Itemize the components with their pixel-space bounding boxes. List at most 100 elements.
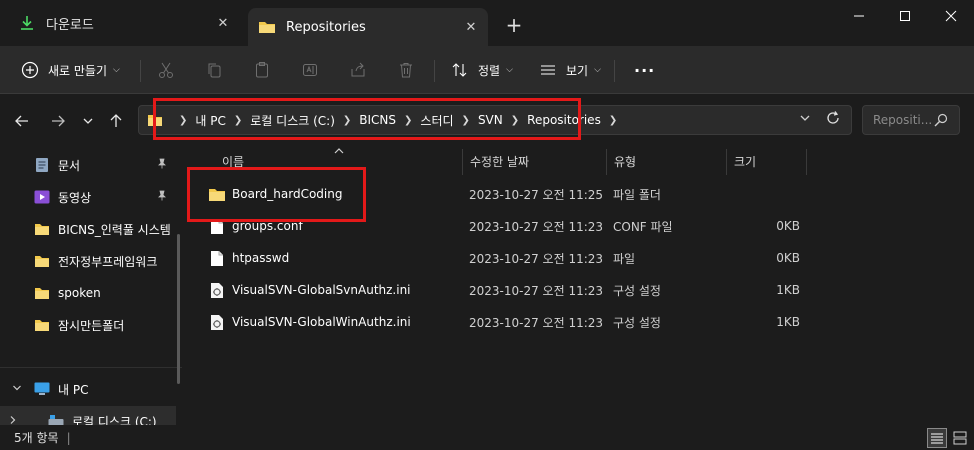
search-icon xyxy=(933,112,949,131)
sidebar-item-spoken[interactable]: spoken xyxy=(0,278,176,308)
folder-icon xyxy=(208,185,226,203)
new-button-label: 새로 만들기 xyxy=(48,63,108,78)
status-bar: 5개 항목 | xyxy=(0,425,974,450)
more-options-button[interactable]: ··· xyxy=(626,54,655,86)
pin-icon[interactable] xyxy=(156,190,167,204)
new-button[interactable]: 새로 만들기 ⌵ xyxy=(20,54,120,86)
file-row[interactable]: VisualSVN-GlobalSvnAuthz.ini 2023-10-27 … xyxy=(190,274,974,306)
file-type: 구성 설정 xyxy=(613,315,661,330)
sort-button[interactable]: 정렬 ⌵ xyxy=(450,54,513,86)
sidebar-item-label: 로컬 디스크 (C:) xyxy=(72,414,157,426)
folder-icon xyxy=(34,221,50,237)
settings-file-icon xyxy=(208,281,226,299)
file-name: VisualSVN-GlobalSvnAuthz.ini xyxy=(232,283,411,297)
file-size: 1KB xyxy=(776,283,800,297)
address-bar[interactable]: ❯ 내 PC ❯ 로컬 디스크 (C:) ❯ BICNS ❯ 스터디 ❯ SVN… xyxy=(138,105,852,135)
file-row[interactable]: Board_hardCoding 2023-10-27 오전 11:25 파일 … xyxy=(190,178,974,210)
address-history-chevron-icon[interactable] xyxy=(799,112,811,127)
minimize-button[interactable] xyxy=(836,0,882,32)
close-tab-icon[interactable]: ✕ xyxy=(212,12,234,34)
large-icons-view-button[interactable] xyxy=(950,428,970,448)
close-tab-icon[interactable]: ✕ xyxy=(460,16,482,38)
tiles-view-icon xyxy=(953,431,967,445)
sidebar-item-videos[interactable]: 동영상 xyxy=(0,182,176,212)
column-divider[interactable] xyxy=(462,149,463,175)
view-label: 보기 xyxy=(566,63,589,78)
close-window-button[interactable] xyxy=(928,0,974,32)
column-divider[interactable] xyxy=(606,149,607,175)
arrow-left-icon xyxy=(15,115,28,127)
file-type: 파일 폴더 xyxy=(613,187,661,202)
breadcrumb-bicns[interactable]: BICNS xyxy=(359,113,396,127)
back-button[interactable] xyxy=(10,109,34,133)
sidebar-item-label: spoken xyxy=(58,286,101,300)
rename-button[interactable] xyxy=(300,54,320,86)
column-divider[interactable] xyxy=(726,149,727,175)
sort-icon xyxy=(450,60,470,80)
arrow-up-icon xyxy=(110,114,122,127)
status-divider: | xyxy=(66,430,71,445)
column-divider[interactable] xyxy=(806,149,807,175)
breadcrumb-repositories[interactable]: Repositories xyxy=(527,113,601,127)
tab-repositories[interactable]: Repositories ✕ xyxy=(248,8,488,46)
file-name: htpasswd xyxy=(232,251,290,265)
view-button[interactable]: 보기 ⌵ xyxy=(538,54,601,86)
file-icon xyxy=(208,249,226,267)
clipboard-icon xyxy=(252,60,272,80)
paste-button[interactable] xyxy=(252,54,272,86)
delete-button[interactable] xyxy=(396,54,416,86)
view-list-icon xyxy=(538,60,558,80)
sidebar-item-label: 전자정부프레임워크 xyxy=(58,254,158,269)
file-row[interactable]: htpasswd 2023-10-27 오전 11:23 파일 0KB xyxy=(190,242,974,274)
file-row[interactable]: VisualSVN-GlobalWinAuthz.ini 2023-10-27 … xyxy=(190,306,974,338)
plus-circle-icon xyxy=(20,60,40,80)
search-input[interactable]: Repositi... xyxy=(862,105,960,135)
sidebar-item-documents[interactable]: 문서 xyxy=(0,150,176,180)
up-button[interactable] xyxy=(104,109,128,133)
file-date: 2023-10-27 오전 11:23 xyxy=(469,251,604,266)
breadcrumb-svn[interactable]: SVN xyxy=(478,113,503,127)
maximize-button[interactable] xyxy=(882,0,928,32)
sidebar-item-this-pc[interactable]: 내 PC xyxy=(0,374,176,404)
item-count: 5개 항목 xyxy=(14,431,59,445)
breadcrumb-this-pc[interactable]: 내 PC xyxy=(195,112,225,129)
column-header-date[interactable]: 수정한 날짜 xyxy=(464,147,604,175)
scissors-icon xyxy=(156,60,176,80)
file-date: 2023-10-27 오전 11:23 xyxy=(469,315,604,330)
file-type: 파일 xyxy=(613,251,636,266)
file-name-cell: VisualSVN-GlobalWinAuthz.ini xyxy=(208,306,411,338)
breadcrumb-local-disk[interactable]: 로컬 디스크 (C:) xyxy=(250,112,335,129)
chevron-right-icon: ❯ xyxy=(461,114,470,126)
trash-icon xyxy=(396,60,416,80)
folder-icon xyxy=(258,18,276,36)
chevron-right-icon: ❯ xyxy=(510,114,520,126)
column-header-type[interactable]: 유형 xyxy=(608,147,724,175)
forward-button[interactable] xyxy=(46,109,70,133)
chevron-down-icon: ⌵ xyxy=(113,65,120,75)
sidebar-scrollbar[interactable] xyxy=(177,234,180,384)
file-name: VisualSVN-GlobalWinAuthz.ini xyxy=(232,315,411,329)
file-row[interactable]: groups.conf 2023-10-27 오전 11:23 CONF 파일 … xyxy=(190,210,974,242)
share-button[interactable] xyxy=(348,54,368,86)
refresh-icon[interactable] xyxy=(825,110,841,130)
breadcrumb-study[interactable]: 스터디 xyxy=(420,112,453,129)
sidebar-item-temp-folder[interactable]: 잠시만든폴더 xyxy=(0,310,176,340)
file-name: groups.conf xyxy=(232,219,303,233)
tab-downloads[interactable]: 다운로드 ✕ xyxy=(8,8,240,38)
sidebar-item-bicns-system[interactable]: BICNS_인력풀 시스템 xyxy=(0,214,176,244)
chevron-right-icon[interactable] xyxy=(8,415,18,425)
recent-locations-button[interactable] xyxy=(76,109,100,133)
chevron-down-icon[interactable] xyxy=(12,383,22,396)
column-header-size[interactable]: 크기 xyxy=(728,147,804,175)
sidebar-item-local-disk[interactable]: 로컬 디스크 (C:) xyxy=(0,406,176,425)
details-view-button[interactable] xyxy=(927,428,947,448)
sort-ascending-icon xyxy=(334,147,344,158)
toolbar-divider xyxy=(140,60,141,82)
copy-button[interactable] xyxy=(204,54,224,86)
new-tab-button[interactable]: + xyxy=(502,13,526,37)
sidebar-divider xyxy=(0,367,182,368)
cut-button[interactable] xyxy=(156,54,176,86)
column-header-label: 이름 xyxy=(222,154,245,169)
sidebar-item-egov-framework[interactable]: 전자정부프레임워크 xyxy=(0,246,176,276)
pin-icon[interactable] xyxy=(156,158,167,172)
